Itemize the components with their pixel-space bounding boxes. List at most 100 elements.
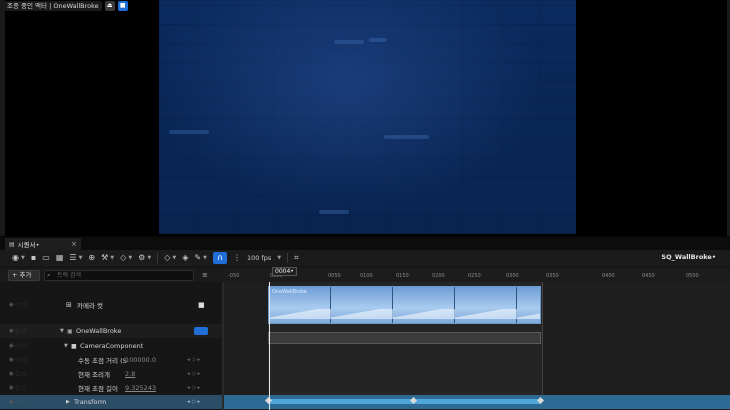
camera-lock-icon[interactable]: ■ — [117, 1, 128, 11]
edit-icon[interactable]: ✎ — [194, 251, 201, 265]
ruler-tick-label: 0050 — [328, 273, 341, 279]
transform-section[interactable] — [268, 399, 541, 404]
sequencer-toolbar: ◉ ▼ ▪ ▭ ▦ ☰ ▼ ⊕ ⚒ ▼ ◇ ▼ ⚙ ▼ ◇ ▼ ◈ ✎ ▼ ∩ ⋮ 100 f… — [0, 250, 730, 266]
search-placeholder: 트랙 검색 — [57, 271, 81, 279]
track-row-property[interactable]: ◉ ◌ ◌ 현재 초점 길이 9.325243 ◂ ◇ ▸ — [0, 381, 224, 395]
playhead-line[interactable] — [269, 282, 270, 410]
timeline-area[interactable]: OneWallBroke — [224, 282, 730, 410]
ruler-tick-label: 0100 — [360, 273, 373, 279]
filter-icon[interactable]: ≡ — [202, 271, 208, 279]
track-search-input[interactable]: ⌕ 트랙 검색 — [44, 269, 194, 281]
property-value[interactable]: 100000.0 — [125, 356, 156, 364]
track-row-camera-cuts[interactable]: ◉ ◌ ◌ ⊞ 카메라 컷 ■ — [0, 286, 224, 324]
camera-view-image — [159, 0, 576, 234]
level-viewport[interactable]: 조종 중인 액터 | OneWallBroke ⏏ ■ — [0, 0, 730, 236]
shot-thumbnail — [393, 287, 455, 323]
track-label: 카메라 컷 — [77, 302, 103, 310]
world-icon[interactable]: ◉ — [12, 251, 19, 265]
eject-icon[interactable]: ⏏ — [104, 1, 115, 11]
list-view-icon[interactable]: ☰ — [69, 251, 76, 265]
view-options-icon[interactable]: ◇ — [120, 251, 126, 265]
key-nav-icons[interactable]: ◂ ◇ ▸ — [187, 371, 200, 377]
toolbar-divider — [287, 253, 289, 263]
chevron-down-icon[interactable]: ▼ — [128, 255, 132, 261]
track-search-row: + 추가 ⌕ 트랙 검색 ≡ — [0, 268, 224, 282]
playback-options-icon[interactable]: ⚙ — [138, 251, 145, 265]
chevron-down-icon[interactable]: ▼ — [147, 255, 151, 261]
wall-highlight — [369, 38, 387, 42]
save-icon[interactable]: ▪ — [31, 251, 36, 265]
key-nav-icons[interactable]: ◂ ◇ ▸ — [187, 357, 200, 363]
camera-lock-icon[interactable] — [194, 327, 208, 335]
track-outliner: ◉ ◌ ◌ ⊞ 카메라 컷 ■ ◉ ◌ ◌ ▼ ▣ OneWallBroke ◉… — [0, 282, 224, 410]
auto-key-icon[interactable]: ◈ — [182, 251, 188, 265]
row-toggle-icons[interactable]: ◉ ◌ ◌ — [9, 328, 27, 334]
expand-chevron-icon[interactable]: ▼ — [60, 328, 64, 334]
track-row-actor[interactable]: ◉ ◌ ◌ ▼ ▣ OneWallBroke — [0, 324, 224, 338]
pilot-actor-label: 조종 중인 액터 | OneWallBroke — [4, 1, 102, 11]
pilot-actor-bar: 조종 중인 액터 | OneWallBroke ⏏ ■ — [4, 1, 128, 11]
chevron-down-icon[interactable]: ▼ — [79, 255, 83, 261]
time-ruler[interactable]: -050 0000 0050 0100 0150 0200 0250 0300 … — [224, 268, 730, 282]
row-toggle-icons[interactable]: ◉ ◌ ◌ — [9, 343, 27, 349]
row-toggle-icons[interactable]: ◉ ◌ ◌ — [9, 371, 27, 377]
track-label: Transform — [74, 398, 107, 406]
sequencer-panel: ▤ 시퀀서• × ◉ ▼ ▪ ▭ ▦ ☰ ▼ ⊕ ⚒ ▼ ◇ ▼ ⚙ ▼ ◇ ▼ ◈ ✎ ▼ … — [0, 236, 730, 410]
snap-magnet-icon[interactable]: ∩ — [212, 252, 227, 264]
track-label: CameraComponent — [80, 342, 144, 350]
close-tab-icon[interactable]: × — [71, 240, 77, 248]
key-actors-icon[interactable]: ⊕ — [88, 251, 95, 265]
ruler-tick-label: 0250 — [468, 273, 481, 279]
chevron-down-icon[interactable]: ▼ — [21, 255, 25, 261]
tools-icon[interactable]: ⚒ — [101, 251, 108, 265]
actor-section-bar[interactable] — [268, 332, 541, 344]
curve-editor-icon[interactable]: ⌗ — [294, 251, 299, 265]
chevron-down-icon[interactable]: ▼ — [172, 255, 176, 261]
find-asset-icon[interactable]: ▭ — [42, 251, 50, 265]
track-row-property[interactable]: ◉ ◌ ◌ 수동 초점 거리 (S 100000.0 ◂ ◇ ▸ — [0, 353, 224, 367]
sequence-name: SQ_WallBroke• — [661, 253, 716, 261]
ruler-tick-label: 0200 — [432, 273, 445, 279]
row-toggle-icons[interactable]: ◉ ◌ ◌ — [9, 302, 27, 308]
property-value[interactable]: 9.325243 — [125, 384, 156, 392]
track-row-component[interactable]: ◉ ◌ ◌ ▼ ■ CameraComponent — [0, 339, 224, 353]
key-nav-icons[interactable]: ◂ ◇ ▸ — [187, 385, 200, 391]
wall-highlight — [169, 130, 209, 134]
chevron-down-icon[interactable]: ▼ — [277, 255, 281, 261]
camera-cut-section[interactable]: OneWallBroke — [268, 286, 541, 324]
add-track-button[interactable]: + 추가 — [8, 269, 40, 281]
track-label: 현재 초점 길이 — [78, 385, 119, 393]
shot-thumbnail — [455, 287, 517, 323]
property-value[interactable]: 2.8 — [125, 370, 135, 378]
camera-icon[interactable]: ■ — [198, 301, 205, 309]
key-nav-icons[interactable]: ◂ ◇ ▸ — [187, 399, 200, 405]
row-toggle-icons[interactable]: ◉ ◌ ◌ — [9, 357, 27, 363]
ruler-tick-label: -050 — [228, 273, 240, 279]
camera-cut-icon: ⊞ — [66, 301, 72, 309]
wall-highlight — [384, 135, 429, 139]
tab-sequencer[interactable]: ▤ 시퀀서• × — [5, 238, 81, 250]
track-row-transform[interactable]: ◉ ◌ ◌ ▶ Transform ◂ ◇ ▸ — [0, 395, 224, 409]
keyframe-icon[interactable]: ◇ — [164, 251, 170, 265]
ruler-tick-label: 0450 — [642, 273, 655, 279]
track-row-property[interactable]: ◉ ◌ ◌ 현재 조리개 2.8 ◂ ◇ ▸ — [0, 367, 224, 381]
row-toggle-icons[interactable]: ◉ ◌ ◌ — [9, 385, 27, 391]
playback-end-marker[interactable] — [542, 282, 543, 410]
wall-highlight — [334, 40, 364, 44]
viewport-left-border — [0, 0, 5, 236]
row-toggle-icons[interactable]: ◉ ◌ ◌ — [9, 399, 27, 405]
ruler-tick-label: 0300 — [506, 273, 519, 279]
more-options-icon[interactable]: ⋮ — [233, 251, 241, 265]
track-label: 현재 조리개 — [78, 371, 110, 379]
expand-chevron-icon[interactable]: ▼ — [64, 343, 68, 349]
search-icon: ⌕ — [47, 270, 51, 279]
render-movie-icon[interactable]: ▦ — [56, 251, 64, 265]
chevron-down-icon[interactable]: ▼ — [203, 255, 207, 261]
actor-icon: ▣ — [67, 327, 73, 335]
expand-chevron-icon[interactable]: ▶ — [66, 399, 70, 405]
frame-rate-dropdown[interactable]: 100 fps — [247, 254, 271, 262]
shot-thumbnail — [517, 287, 540, 323]
playhead-time-label[interactable]: 0004• — [272, 267, 297, 276]
camera-component-icon: ■ — [71, 342, 77, 350]
chevron-down-icon[interactable]: ▼ — [110, 255, 114, 261]
